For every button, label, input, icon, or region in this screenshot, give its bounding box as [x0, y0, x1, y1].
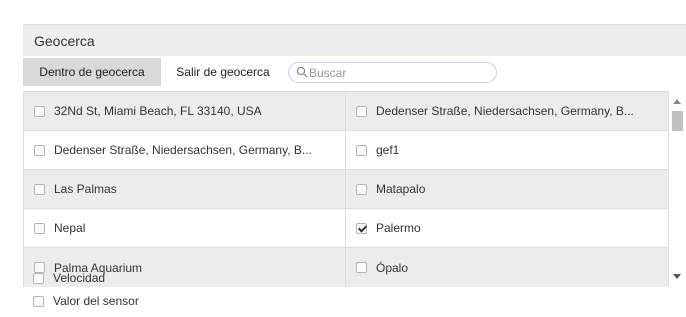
geofence-label: Palermo [376, 221, 421, 235]
geofence-item[interactable]: 32Nd St, Miami Beach, FL 33140, USA [24, 92, 346, 131]
geofence-checkbox[interactable] [34, 183, 45, 195]
geofence-item[interactable]: Matapalo [346, 170, 668, 209]
search-box[interactable] [288, 62, 497, 83]
geofence-label: Nepal [54, 221, 86, 235]
scroll-down-arrow-icon[interactable] [673, 274, 681, 279]
geofence-list: 32Nd St, Miami Beach, FL 33140, USA Deden… [23, 91, 669, 287]
geofence-item[interactable]: Dedenser Straße, Niedersachsen, Germany,… [346, 92, 668, 131]
list-scrollbar[interactable] [669, 91, 686, 287]
search-icon [296, 66, 308, 78]
option-speed-label: Velocidad [53, 271, 106, 285]
geofence-label: Las Palmas [54, 182, 117, 196]
option-sensor-value[interactable]: Valor del sensor [23, 292, 139, 310]
speed-checkbox[interactable] [33, 272, 44, 284]
scroll-up-arrow-icon[interactable] [673, 99, 681, 104]
geofence-item[interactable]: Dedenser Straße, Niedersachsen, Germany,… [24, 131, 346, 170]
panel-title: Geocerca [34, 33, 95, 49]
geofence-checkbox[interactable] [34, 144, 45, 156]
geofence-label: 32Nd St, Miami Beach, FL 33140, USA [54, 104, 262, 118]
panel-header: Geocerca [23, 24, 686, 56]
geofence-label: gef1 [376, 143, 400, 157]
geofence-label: Dedenser Straße, Niedersachsen, Germany,… [376, 104, 634, 118]
sensor-value-checkbox[interactable] [33, 295, 44, 307]
geofence-checkbox[interactable] [356, 222, 367, 234]
search-input[interactable] [309, 64, 489, 81]
geofence-label: Matapalo [376, 182, 426, 196]
scroll-thumb[interactable] [672, 111, 683, 131]
tab-exit-geofence[interactable]: Salir de geocerca [161, 58, 285, 86]
geofence-checkbox[interactable] [356, 183, 367, 195]
option-speed[interactable]: Velocidad [23, 269, 105, 287]
geofence-checkbox[interactable] [356, 105, 367, 117]
geofence-checkbox[interactable] [34, 222, 45, 234]
geofence-item[interactable]: Las Palmas [24, 170, 346, 209]
geofence-checkbox[interactable] [356, 144, 367, 156]
geofence-item[interactable]: Nepal [24, 209, 346, 248]
geofence-panel: Geocerca Dentro de geocerca Salir de geo… [23, 24, 686, 317]
tab-inside-geofence[interactable]: Dentro de geocerca [23, 58, 161, 86]
option-sensor-value-label: Valor del sensor [53, 294, 139, 308]
geofence-item[interactable]: Ópalo [346, 248, 668, 287]
geofence-item[interactable]: gef1 [346, 131, 668, 170]
geofence-checkbox[interactable] [34, 105, 45, 117]
geofence-label: Dedenser Straße, Niedersachsen, Germany,… [54, 143, 312, 157]
geofence-label: Ópalo [376, 260, 409, 275]
geofence-checkbox[interactable] [356, 262, 367, 273]
geofence-item[interactable]: Palermo [346, 209, 668, 248]
